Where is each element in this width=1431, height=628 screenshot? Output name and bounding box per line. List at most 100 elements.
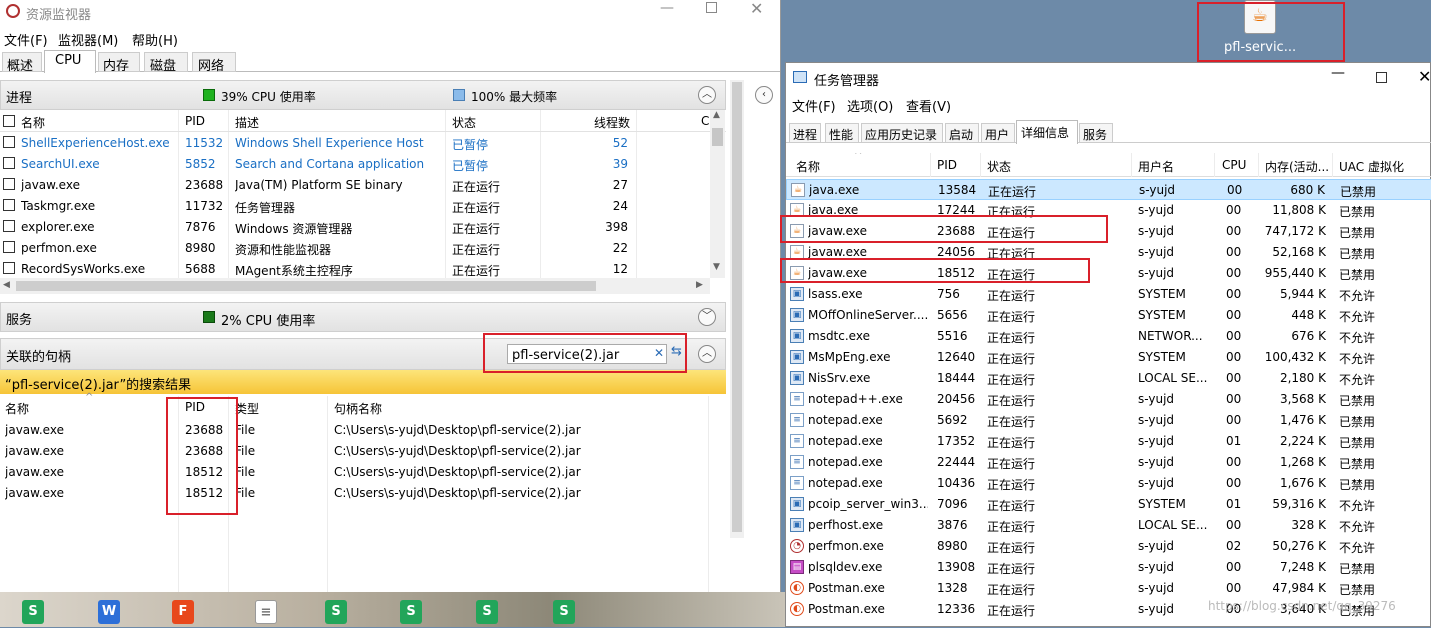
spreadsheet-icon[interactable]: S <box>400 600 422 624</box>
expand-services-icon[interactable]: ﹀ <box>698 308 716 326</box>
process-checkbox[interactable] <box>3 136 15 148</box>
process-checkbox[interactable] <box>3 178 15 190</box>
document-icon[interactable]: ≡ <box>255 600 277 624</box>
hcol-handle[interactable]: 句柄名称 <box>334 400 382 417</box>
tab-network[interactable]: 网络 <box>192 52 236 74</box>
tm-process-row[interactable]: ▣ msdtc.exe 5516 正在运行 NETWOR... 00 676 K 不允许 <box>786 326 1431 347</box>
process-row[interactable]: explorer.exe 7876 Windows 资源管理器 正在运行 398 <box>0 217 726 238</box>
tm-tab-app-history[interactable]: 应用历史记录 <box>861 123 943 143</box>
collapse-processes-icon[interactable]: ︿ <box>698 86 716 104</box>
collapse-handles-icon[interactable]: ︿ <box>698 345 716 363</box>
java-icon: ☕ <box>791 183 805 197</box>
tm-col-status[interactable]: 状态 <box>987 158 1011 175</box>
hcol-type[interactable]: 类型 <box>235 400 259 417</box>
tm-process-row[interactable]: ▣ pcoip_server_win3... 7096 正在运行 SYSTEM 01 59,… <box>786 494 1431 515</box>
tm-name: MOffOnlineServer.... <box>808 308 928 322</box>
services-header[interactable]: 服务 2% CPU 使用率 ﹀ <box>0 302 726 332</box>
handles-table: 名称 ^ PID 类型 句柄名称 javaw.exe 23688 File C:\Us… <box>0 392 728 592</box>
tm-header-row: 名称 ^ PID 状态 用户名 CPU 内存(活动... UAC 虚拟化 <box>786 153 1431 177</box>
tm-process-row[interactable]: ▣ MOffOnlineServer.... 5656 正在运行 SYSTEM 00 448… <box>786 305 1431 326</box>
tm-menu-options[interactable]: 选项(O) <box>847 96 893 115</box>
handle-path: C:\Users\s-yujd\Desktop\pfl-service(2).j… <box>334 444 581 458</box>
tm-process-row[interactable]: ▣ perfhost.exe 3876 正在运行 LOCAL SE... 00 328 K 不… <box>786 515 1431 536</box>
col-pid[interactable]: PID <box>185 114 205 128</box>
process-checkbox[interactable] <box>3 199 15 211</box>
spreadsheet-icon[interactable]: S <box>22 600 44 624</box>
tm-maximize-button[interactable] <box>1376 72 1387 83</box>
menu-file[interactable]: 文件(F) <box>4 30 48 49</box>
spreadsheet-icon[interactable]: S <box>553 600 575 624</box>
tm-memory: 3,568 K <box>1279 392 1326 406</box>
tm-process-row[interactable]: ◔ perfmon.exe 8980 正在运行 s-yujd 02 50,276 K 不允许 <box>786 536 1431 557</box>
tm-process-row[interactable]: ◐ Postman.exe 1328 正在运行 s-yujd 00 47,984 K 已禁用 <box>786 578 1431 599</box>
tm-process-row[interactable]: ☕ java.exe 13584 正在运行 s-yujd 00 680 K 已禁用 <box>786 179 1431 200</box>
col-threads[interactable]: 线程数 <box>594 114 630 131</box>
process-row[interactable]: SearchUI.exe 5852 Search and Cortana appli… <box>0 154 726 175</box>
process-checkbox[interactable] <box>3 220 15 232</box>
tm-col-memory[interactable]: 内存(活动... <box>1265 158 1329 175</box>
process-row[interactable]: javaw.exe 23688 Java(TM) Platform SE binar… <box>0 175 726 196</box>
tab-cpu[interactable]: CPU <box>44 50 96 73</box>
col-status[interactable]: 状态 <box>452 114 476 131</box>
tm-close-button[interactable]: ✕ <box>1418 67 1431 86</box>
tm-tab-details[interactable]: 详细信息 <box>1016 120 1078 144</box>
tm-tab-users[interactable]: 用户 <box>981 123 1015 143</box>
col-name[interactable]: 名称 <box>21 114 45 131</box>
side-panel-toggle-icon[interactable]: ‹ <box>755 86 773 104</box>
processes-scrollbar[interactable]: ▲ ▼ <box>710 110 725 278</box>
tm-process-row[interactable]: ▣ MsMpEng.exe 12640 正在运行 SYSTEM 00 100,432 K 不允… <box>786 347 1431 368</box>
maximize-button[interactable] <box>706 2 717 13</box>
process-checkbox[interactable] <box>3 262 15 274</box>
spreadsheet-icon[interactable]: S <box>325 600 347 624</box>
tm-process-row[interactable]: ≡ notepad++.exe 20456 正在运行 s-yujd 00 3,568 K 已禁… <box>786 389 1431 410</box>
tm-col-name[interactable]: 名称 <box>796 158 820 175</box>
tm-process-row[interactable]: ≡ notepad.exe 22444 正在运行 s-yujd 00 1,268 K 已禁用 <box>786 452 1431 473</box>
process-checkbox[interactable] <box>3 157 15 169</box>
resmon-window: 资源监视器 — ✕ 文件(F) 监视器(M) 帮助(H) 概述 CPU 内存 磁… <box>0 0 781 592</box>
processes-hscrollbar[interactable]: ◀ ▶ <box>0 278 710 294</box>
minimize-button[interactable]: — <box>660 0 674 16</box>
tm-col-user[interactable]: 用户名 <box>1138 158 1174 175</box>
process-row[interactable]: Taskmgr.exe 11732 任务管理器 正在运行 24 <box>0 196 726 217</box>
select-all-checkbox[interactable] <box>3 115 15 127</box>
handle-row[interactable]: javaw.exe 18512 File C:\Users\s-yujd\Deskto… <box>0 483 728 504</box>
tm-process-row[interactable]: ▣ lsass.exe 756 正在运行 SYSTEM 00 5,944 K 不允许 <box>786 284 1431 305</box>
menu-help[interactable]: 帮助(H) <box>132 30 178 49</box>
tm-tab-services[interactable]: 服务 <box>1079 123 1113 143</box>
tm-tab-processes[interactable]: 进程 <box>789 123 821 143</box>
tm-tab-performance[interactable]: 性能 <box>825 123 859 143</box>
menu-monitor[interactable]: 监视器(M) <box>58 30 118 49</box>
close-button[interactable]: ✕ <box>750 0 763 18</box>
col-desc[interactable]: 描述 <box>235 114 259 131</box>
tab-overview[interactable]: 概述 <box>2 52 42 74</box>
processes-header[interactable]: 进程 39% CPU 使用率 100% 最大频率 ︿ <box>0 80 726 110</box>
handle-row[interactable]: javaw.exe 23688 File C:\Users\s-yujd\Deskto… <box>0 441 728 462</box>
process-row[interactable]: ShellExperienceHost.exe 11532 Windows Shel… <box>0 133 726 154</box>
resmon-main-scrollbar[interactable] <box>730 80 744 538</box>
tm-process-row[interactable]: ≡ notepad.exe 5692 正在运行 s-yujd 00 1,476 K 已禁用 <box>786 410 1431 431</box>
hcol-name[interactable]: 名称 <box>5 400 29 417</box>
process-row[interactable]: RecordSysWorks.exe 5688 MAgent系统主控程序 正在运行 12 <box>0 259 726 280</box>
tm-col-cpu[interactable]: CPU <box>1222 158 1246 172</box>
foxmail-icon[interactable]: F <box>172 600 194 624</box>
handle-row[interactable]: javaw.exe 18512 File C:\Users\s-yujd\Deskto… <box>0 462 728 483</box>
col-cpu[interactable]: C <box>701 114 709 128</box>
tm-process-row[interactable]: ▣ NisSrv.exe 18444 正在运行 LOCAL SE... 00 2,180 K… <box>786 368 1431 389</box>
tm-col-uac[interactable]: UAC 虚拟化 <box>1339 158 1404 175</box>
tab-disk[interactable]: 磁盘 <box>144 52 188 74</box>
tm-process-row[interactable]: ≡ notepad.exe 10436 正在运行 s-yujd 00 1,676 K 已禁用 <box>786 473 1431 494</box>
process-row[interactable]: perfmon.exe 8980 资源和性能监视器 正在运行 22 <box>0 238 726 259</box>
tm-menu-view[interactable]: 查看(V) <box>906 96 951 115</box>
process-checkbox[interactable] <box>3 241 15 253</box>
tm-process-row[interactable]: ≡ notepad.exe 17352 正在运行 s-yujd 01 2,224 K 已禁用 <box>786 431 1431 452</box>
spreadsheet-icon[interactable]: S <box>476 600 498 624</box>
tm-cpu: 00 <box>1226 455 1242 469</box>
word-doc-icon[interactable]: W <box>98 600 120 624</box>
handle-row[interactable]: javaw.exe 23688 File C:\Users\s-yujd\Deskto… <box>0 420 728 441</box>
tm-minimize-button[interactable]: — <box>1331 65 1345 81</box>
tm-process-row[interactable]: ▤ plsqldev.exe 13908 正在运行 s-yujd 00 7,248 K 已禁用 <box>786 557 1431 578</box>
tm-tab-startup[interactable]: 启动 <box>945 123 979 143</box>
tm-menu-file[interactable]: 文件(F) <box>792 96 836 115</box>
tab-memory[interactable]: 内存 <box>98 52 140 74</box>
tm-col-pid[interactable]: PID <box>937 158 957 172</box>
